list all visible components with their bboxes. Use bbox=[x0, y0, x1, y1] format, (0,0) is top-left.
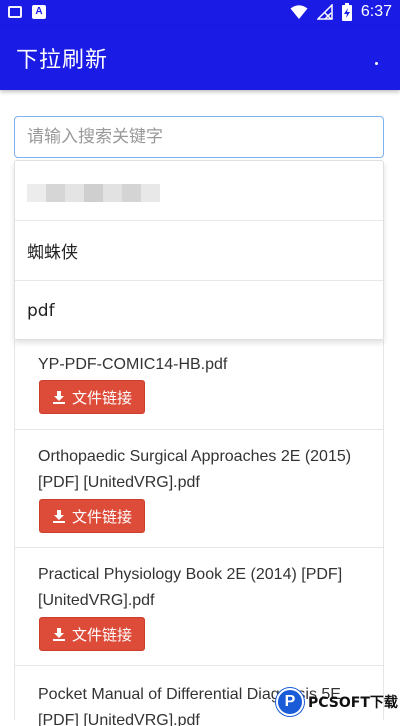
list-item: YP-PDF-COMIC14-HB.pdf 文件链接 bbox=[15, 340, 383, 430]
download-icon bbox=[52, 628, 65, 641]
suggestion-dropdown: 蜘蛛侠 pdf bbox=[14, 160, 384, 340]
file-name: YP-PDF-COMIC14-HB.pdf bbox=[38, 356, 228, 373]
file-name: Practical Physiology Book 2E (2014) [PDF… bbox=[38, 566, 343, 609]
search-box bbox=[14, 116, 384, 158]
no-signal-icon bbox=[316, 4, 333, 20]
status-bar-left: A bbox=[8, 5, 46, 19]
app-a-icon: A bbox=[32, 5, 46, 19]
watermark-logo: P bbox=[276, 688, 304, 716]
status-bar-right: 6:37 bbox=[290, 3, 392, 21]
watermark: P PCSOFT下载 bbox=[276, 684, 400, 720]
file-link-button[interactable]: 文件链接 bbox=[39, 380, 145, 414]
list-item: Practical Physiology Book 2E (2014) [PDF… bbox=[15, 548, 383, 666]
list-item: Orthopaedic Surgical Approaches 2E (2015… bbox=[15, 430, 383, 548]
suggestion-item-blurred[interactable] bbox=[15, 161, 383, 221]
file-link-label: 文件链接 bbox=[71, 388, 132, 407]
blurred-text bbox=[27, 183, 160, 202]
suggestion-item[interactable]: pdf bbox=[15, 281, 383, 341]
file-link-label: 文件链接 bbox=[71, 625, 132, 644]
page-title: 下拉刷新 bbox=[16, 48, 109, 73]
overflow-menu-icon[interactable] bbox=[370, 56, 382, 70]
download-icon bbox=[52, 510, 65, 523]
suggestion-item[interactable]: 蜘蛛侠 bbox=[15, 221, 383, 281]
app-bar: 下拉刷新 bbox=[0, 26, 400, 90]
watermark-text: PCSOFT下载 bbox=[308, 695, 398, 711]
wifi-icon bbox=[290, 5, 308, 19]
result-list: YP-PDF-COMIC14-HB.pdf 文件链接 Orthopaedic S… bbox=[14, 340, 384, 726]
file-name: Orthopaedic Surgical Approaches 2E (2015… bbox=[38, 448, 352, 491]
download-icon bbox=[52, 391, 65, 404]
status-time: 6:37 bbox=[360, 3, 392, 20]
file-link-label: 文件链接 bbox=[71, 507, 132, 526]
search-input[interactable] bbox=[15, 117, 383, 157]
battery-charging-icon bbox=[341, 3, 352, 21]
status-bar: A 6:37 bbox=[0, 0, 400, 26]
file-link-button[interactable]: 文件链接 bbox=[39, 617, 145, 651]
file-link-button[interactable]: 文件链接 bbox=[39, 499, 145, 533]
notification-icon bbox=[8, 6, 22, 18]
